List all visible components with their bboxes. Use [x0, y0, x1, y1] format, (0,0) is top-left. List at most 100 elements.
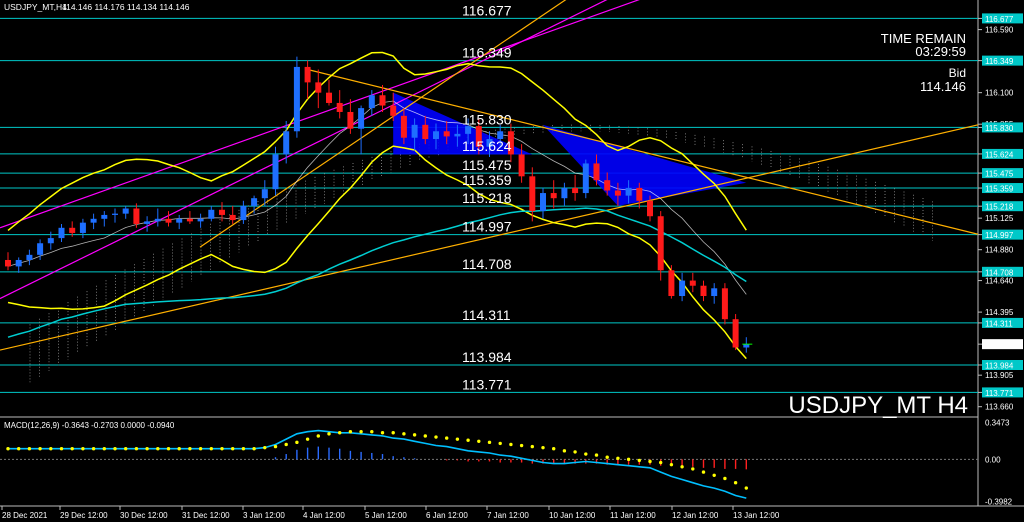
macd-signal-dot-55	[594, 453, 599, 457]
candle-body-29	[315, 82, 322, 93]
level-label-0: 116.677	[462, 2, 512, 18]
macd-signal-dot-41	[445, 436, 449, 440]
macd-signal-dot-50	[541, 445, 545, 450]
candle-body-68	[732, 319, 739, 348]
candle-body-51	[550, 193, 557, 199]
candle-body-4	[47, 238, 54, 244]
macd-signal-dot-54	[584, 452, 588, 456]
candle-body-59	[636, 187, 643, 201]
level-label-11: 113.771	[462, 376, 512, 392]
macd-signal-dot-52	[562, 449, 567, 453]
macd-signal-dot-14	[156, 447, 160, 451]
time-tick-label-12: 13 Jan 12:00	[733, 511, 780, 520]
macd-signal-dot-11	[124, 447, 128, 451]
macd-signal-dot-2	[27, 447, 32, 451]
macd-signal-dot-56	[605, 455, 609, 459]
macd-signal-dot-68	[733, 481, 738, 485]
macd-signal-dot-37	[402, 432, 406, 436]
candle-body-2	[26, 254, 33, 260]
candle-body-11	[122, 208, 129, 214]
candle-body-36	[390, 105, 397, 116]
macd-tick-label-1: 0.00	[985, 455, 1001, 464]
candle-body-30	[326, 92, 332, 103]
price-tick-label-20: 113.771	[985, 389, 1014, 398]
macd-signal-dot-34	[370, 429, 374, 434]
level-label-9: 114.311	[462, 307, 511, 323]
candle-body-37	[400, 115, 407, 138]
symbol-label: USDJPY_MT,H4	[4, 2, 67, 12]
macd-signal-dot-36	[391, 431, 395, 435]
price-tick-label-11: 114.997	[985, 231, 1014, 240]
time-tick-label-11: 12 Jan 12:00	[672, 511, 719, 520]
candle-body-40	[433, 131, 439, 139]
candle-body-56	[604, 180, 611, 191]
macd-signal-dot-24	[263, 445, 267, 450]
candle-body-8	[90, 218, 97, 223]
candle-body-53	[572, 187, 579, 194]
candle-body-69	[743, 344, 750, 348]
price-tick-label-19: 113.905	[985, 371, 1014, 380]
price-tick-label-3: 116.100	[985, 89, 1014, 98]
candle-body-64	[689, 280, 696, 286]
macd-signal-dot-28	[305, 437, 310, 441]
macd-signal-dot-40	[434, 435, 438, 439]
candle-body-38	[411, 124, 418, 138]
macd-signal-dot-33	[359, 429, 363, 434]
price-tick-label-5: 115.830	[985, 124, 1014, 133]
macd-signal-dot-35	[380, 431, 385, 435]
candle-body-17	[186, 218, 193, 222]
time-tick-label-9: 10 Jan 12:00	[549, 511, 596, 520]
macd-signal-dot-31	[338, 431, 342, 435]
macd-signal-dot-44	[477, 439, 481, 443]
candle-body-32	[347, 111, 354, 129]
candle-body-9	[101, 214, 108, 219]
candle-body-16	[176, 218, 183, 223]
candle-body-52	[561, 187, 568, 199]
candle-body-48	[518, 154, 525, 177]
price-tick-label-14: 114.640	[985, 277, 1014, 286]
macd-signal-dot-62	[669, 462, 674, 467]
level-label-6: 115.218	[462, 190, 512, 206]
macd-signal-dot-65	[701, 470, 706, 474]
macd-signal-dot-60	[648, 459, 652, 464]
macd-signal-dot-43	[466, 438, 470, 442]
macd-signal-dot-26	[284, 442, 288, 447]
macd-signal-dot-7	[81, 447, 85, 451]
macd-signal-dot-53	[573, 450, 577, 454]
candle-body-13	[144, 221, 151, 224]
macd-signal-dot-18	[198, 447, 203, 451]
candle-body-28	[304, 66, 311, 83]
macd-signal-dot-21	[231, 447, 235, 451]
price-tick-label-15: 114.395	[985, 308, 1014, 317]
macd-title: MACD(12,26,9) -0.3643 -0.2703 0.0000 -0.…	[4, 421, 175, 430]
level-label-3: 115.624	[462, 138, 512, 154]
level-label-10: 113.984	[462, 349, 512, 365]
candle-body-18	[197, 218, 204, 222]
macd-signal-dot-25	[273, 444, 278, 449]
time-tick-label-1: 29 Dec 12:00	[60, 511, 108, 520]
candle-body-14	[154, 218, 161, 222]
macd-signal-dot-10	[113, 447, 117, 451]
macd-signal-dot-12	[134, 447, 139, 451]
candle-body-20	[219, 209, 225, 215]
macd-signal-dot-23	[252, 447, 256, 451]
time-tick-label-2: 30 Dec 12:00	[120, 511, 168, 520]
level-label-4: 115.475	[462, 157, 512, 173]
time-tick-label-7: 6 Jan 12:00	[426, 511, 468, 520]
candle-body-35	[379, 95, 386, 106]
candle-body-39	[422, 124, 429, 139]
macd-signal-dot-17	[188, 447, 192, 451]
macd-signal-dot-47	[509, 442, 513, 447]
price-tick-label-6: 115.624	[985, 150, 1014, 159]
macd-signal-dot-48	[519, 443, 524, 448]
macd-signal-dot-45	[487, 440, 492, 445]
level-label-1: 116.349	[462, 45, 512, 61]
macd-signal-dot-51	[552, 447, 556, 451]
price-tick-label-0: 116.677	[985, 15, 1014, 24]
candle-body-27	[293, 66, 300, 132]
macd-signal-dot-64	[691, 467, 695, 471]
macd-signal-dot-5	[59, 447, 64, 451]
candle-body-10	[112, 213, 118, 215]
price-tick-label-18: 113.984	[985, 362, 1014, 371]
macd-signal-dot-57	[616, 456, 620, 460]
